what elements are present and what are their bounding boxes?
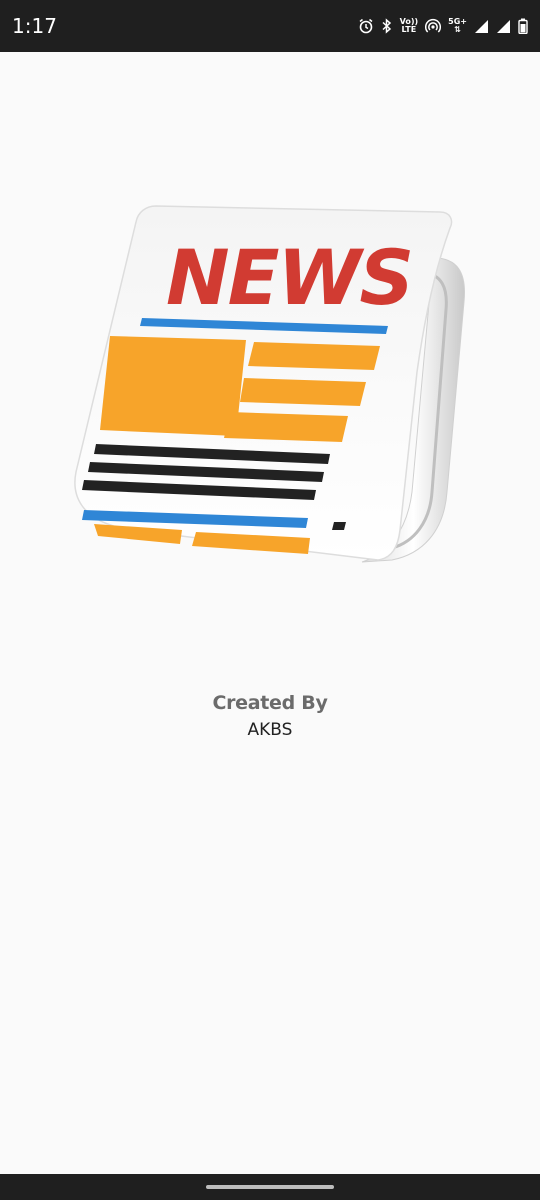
credit-title: Created By: [212, 692, 328, 714]
credit-section: Created By AKBS: [0, 692, 540, 740]
network-activity-label: ⇅: [454, 25, 461, 34]
status-time: 1:17: [12, 14, 57, 38]
battery-icon: [518, 18, 528, 34]
status-bar: 1:17 Vo)) LTE 5G+ ⇅: [0, 0, 540, 52]
alarm-icon: [358, 18, 374, 34]
signal-icon: [474, 19, 489, 34]
volte-icon: Vo)) LTE: [400, 18, 419, 34]
newspaper-logo: NEWS: [74, 205, 466, 563]
5g-signal-icon: 5G+ ⇅: [448, 18, 467, 34]
credit-name: AKBS: [247, 720, 293, 740]
splash-screen: NEWS Created By AKBS: [0, 52, 540, 1174]
hotspot-icon: [425, 18, 442, 34]
navigation-bar: [0, 1174, 540, 1200]
bluetooth-icon: [381, 18, 393, 34]
status-icons: Vo)) LTE 5G+ ⇅: [358, 18, 528, 34]
home-gesture-handle[interactable]: [206, 1185, 334, 1189]
volte-bottom-label: LTE: [401, 25, 417, 34]
newspaper-headline: NEWS: [166, 233, 412, 322]
signal-icon-2: [496, 19, 511, 34]
